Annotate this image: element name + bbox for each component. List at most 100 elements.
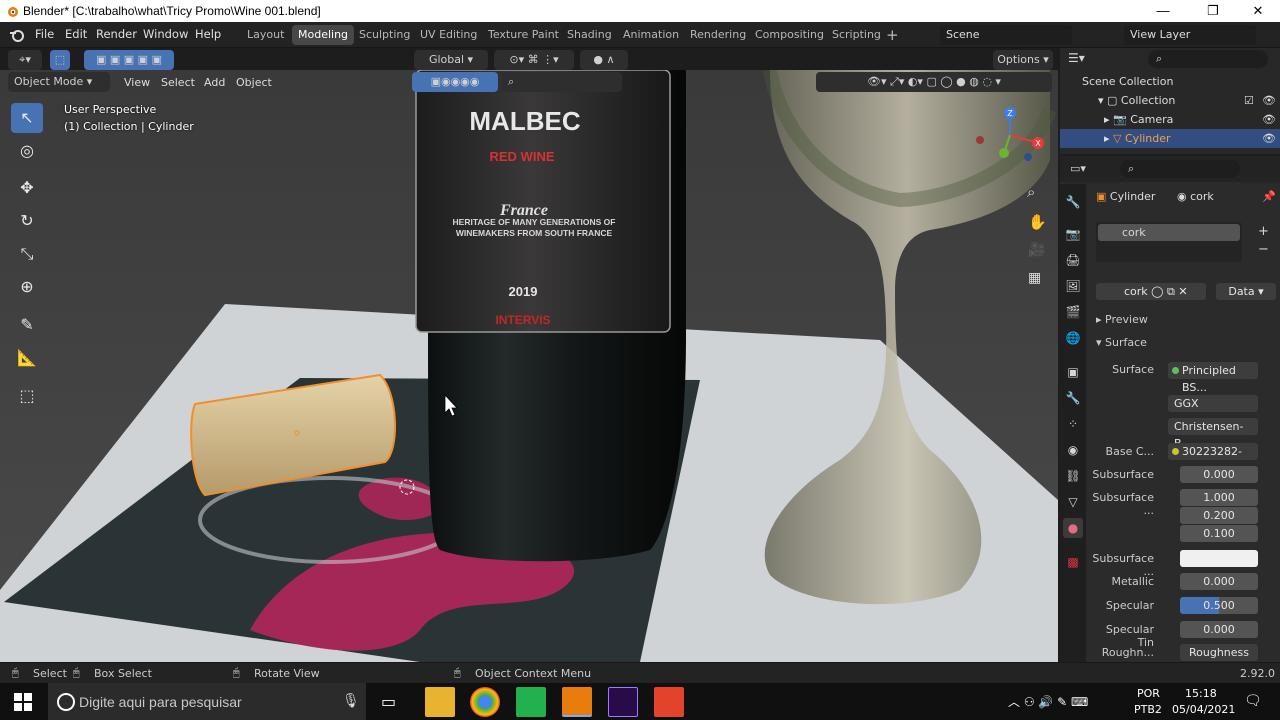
tray-date[interactable]: 05/04/2021	[1172, 703, 1235, 716]
specular-tint-field[interactable]: 0.000	[1180, 621, 1258, 638]
add-workspace-icon[interactable]: +	[886, 26, 899, 44]
camera-view-icon[interactable]: 🎥	[1028, 242, 1045, 258]
menu-select[interactable]: Select	[161, 76, 195, 89]
specular-slider[interactable]: 0.500	[1180, 597, 1258, 614]
preview-section-header[interactable]: ▸ Preview	[1096, 313, 1148, 326]
rotate-tool-icon[interactable]: ↻	[11, 206, 43, 236]
material-datablock-field[interactable]: cork ◯ ⧉ ✕	[1096, 283, 1206, 300]
blender-menu-icon[interactable]	[9, 27, 25, 43]
tab-uv-editing[interactable]: UV Editing	[414, 25, 483, 45]
tray-icons[interactable]: ︿ ⚇ 🔊 ✎ ⌨	[1008, 693, 1088, 710]
scene-tab-icon[interactable]: 🎬	[1063, 302, 1083, 322]
menu-object[interactable]: Object	[236, 76, 272, 89]
physics-tab-icon[interactable]: ◉	[1063, 440, 1083, 460]
collection-visibility-icon[interactable]: 👁	[1262, 91, 1276, 110]
annotate-tool-icon[interactable]: ✎	[11, 310, 43, 340]
menu-help[interactable]: Help	[195, 27, 221, 41]
constraints-tab-icon[interactable]: ⛓	[1063, 466, 1083, 486]
properties-editor-icon[interactable]: ▭▾	[1070, 162, 1086, 175]
close-button[interactable]: ✕	[1243, 2, 1273, 20]
tray-lang[interactable]: POR	[1137, 687, 1160, 700]
material-tab-icon[interactable]: ●	[1063, 518, 1083, 538]
subsurface-radius-y-field[interactable]: 0.200	[1180, 507, 1258, 524]
outliner-editor-icon[interactable]: ☰▾	[1068, 51, 1085, 65]
properties-search-field[interactable]: ⌕	[1120, 160, 1240, 178]
scale-tool-icon[interactable]: ⤡	[11, 239, 43, 269]
tab-layout[interactable]: Layout	[241, 25, 290, 45]
scene-selector[interactable]: Scene	[940, 25, 1072, 45]
taskbar-search-box[interactable]: Digite aqui para pesquisar 🎙	[48, 683, 366, 720]
tab-modeling[interactable]: Modeling	[292, 25, 355, 45]
orientation-dropdown[interactable]: Global ▾	[414, 50, 488, 70]
surface-section-header[interactable]: ▾ Surface	[1096, 336, 1147, 349]
pin-icon[interactable]: 📌	[1262, 190, 1276, 203]
add-slot-icon[interactable]: +	[1258, 224, 1269, 239]
viewport-search-field[interactable]: ⌕	[502, 72, 622, 92]
tab-texture-paint[interactable]: Texture Paint	[482, 25, 565, 45]
subsurface-method-dropdown[interactable]: Christensen-B...	[1168, 418, 1258, 450]
select-box-modes[interactable]: ▣ ▣ ▣ ▣ ▣	[84, 50, 174, 70]
surface-shader-field[interactable]: Principled BS...	[1168, 362, 1258, 394]
menu-window[interactable]: Window	[143, 27, 188, 41]
navigation-gizmo[interactable]: Z X	[970, 105, 1050, 165]
maximize-button[interactable]: ❐	[1198, 2, 1228, 20]
zoom-icon[interactable]: ⌕	[1027, 183, 1035, 201]
subsurface-field[interactable]: 0.000	[1180, 466, 1258, 483]
3d-viewport[interactable]: MALBEC RED WINE France HERITAGE OF MANY …	[0, 70, 1058, 662]
subsurface-color-swatch[interactable]	[1180, 550, 1258, 567]
blender-taskbar-icon[interactable]	[562, 687, 592, 717]
cursor-tool-icon[interactable]: ◎	[11, 136, 43, 166]
grid-view-icon[interactable]: ▦	[1028, 270, 1041, 286]
tray-layout[interactable]: PTB2	[1134, 703, 1162, 716]
menu-view[interactable]: View	[124, 76, 150, 89]
view-layer-selector[interactable]: View Layer	[1124, 25, 1256, 45]
remove-slot-icon[interactable]: −	[1258, 242, 1269, 257]
data-tab-icon[interactable]: ▽	[1063, 492, 1083, 512]
outliner-row-collection[interactable]: ▾ ▢ Collection ☑ 👁	[1060, 91, 1280, 110]
recorder-icon[interactable]	[654, 687, 684, 717]
world-tab-icon[interactable]: 🌐	[1063, 328, 1083, 348]
task-view-icon[interactable]: ▭	[381, 692, 396, 711]
move-tool-icon[interactable]: ✥	[11, 173, 43, 203]
tab-shading[interactable]: Shading	[561, 25, 618, 45]
tray-time[interactable]: 15:18	[1185, 687, 1217, 700]
distribution-dropdown[interactable]: GGX	[1168, 395, 1258, 412]
menu-add[interactable]: Add	[204, 76, 225, 89]
particles-tab-icon[interactable]: ⁘	[1063, 414, 1083, 434]
tab-rendering[interactable]: Rendering	[684, 25, 752, 45]
object-tab-icon[interactable]: ▣	[1063, 362, 1083, 382]
tab-compositing[interactable]: Compositing	[749, 25, 830, 45]
pivot-snap-buttons[interactable]: ⊙▾ ⌘ ⋮▾	[494, 50, 574, 70]
modifier-tab-icon[interactable]: 🔧	[1063, 388, 1083, 408]
viewport-shading-buttons[interactable]: 👁▾ ⤢▾ ◐▾ ▢ ◯ ● ◍ ◌ ▾	[816, 72, 1052, 92]
roughness-field[interactable]: Roughness	[1180, 644, 1258, 661]
render-tab-icon[interactable]: 📷	[1063, 224, 1083, 244]
collection-checkbox-icon[interactable]: ☑	[1244, 91, 1254, 110]
cylinder-visibility-icon[interactable]: 👁	[1262, 129, 1276, 148]
metallic-field[interactable]: 0.000	[1180, 573, 1258, 590]
notification-icon[interactable]: 🗨	[1244, 693, 1262, 709]
proportional-edit-button[interactable]: ● ∧	[580, 50, 628, 70]
transform-tool-icon[interactable]: ⊕	[11, 272, 43, 302]
hand-pan-icon[interactable]: ✋	[1028, 213, 1047, 231]
file-explorer-icon[interactable]	[425, 687, 455, 717]
windows-start-icon[interactable]	[14, 693, 32, 711]
tab-sculpting[interactable]: Sculpting	[353, 25, 416, 45]
measure-tool-icon[interactable]: 📐	[11, 343, 43, 373]
select-mode-button[interactable]: ⬚	[50, 50, 70, 70]
subsurface-radius-z-field[interactable]: 0.100	[1180, 525, 1258, 542]
camera-visibility-icon[interactable]: 👁	[1262, 110, 1276, 129]
material-slot-cork[interactable]: cork	[1098, 224, 1240, 241]
tab-scripting[interactable]: Scripting	[826, 25, 887, 45]
outliner-row-camera[interactable]: ▸ 📷 Camera 👁	[1060, 110, 1280, 129]
subsurface-radius-x-field[interactable]: 1.000	[1180, 489, 1258, 506]
link-dropdown[interactable]: Data ▾	[1216, 283, 1276, 300]
tab-animation[interactable]: Animation	[617, 25, 685, 45]
view-layer-tab-icon[interactable]: 🖼	[1063, 276, 1083, 296]
texture-tab-icon[interactable]: ▩	[1063, 552, 1083, 572]
base-color-field[interactable]: 30223282-c...	[1168, 443, 1258, 475]
menu-edit[interactable]: Edit	[65, 27, 87, 41]
select-box-tool-icon[interactable]: ↖	[11, 103, 43, 133]
output-tab-icon[interactable]: 🖨	[1063, 250, 1083, 270]
editor-type-button[interactable]: ⌖▾	[8, 50, 42, 70]
